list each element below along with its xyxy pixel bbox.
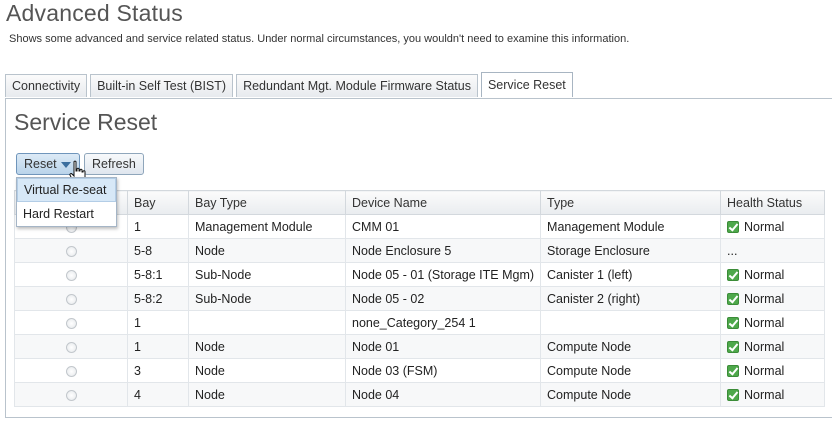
section-title: Service Reset bbox=[14, 109, 158, 135]
tab-connectivity[interactable]: Connectivity bbox=[5, 74, 88, 97]
row-select-radio[interactable] bbox=[65, 317, 77, 329]
health-status-text: Normal bbox=[744, 315, 785, 330]
cell-bay-type bbox=[188, 310, 346, 335]
cell-device-name: Node 05 - 01 (Storage ITE Mgm) bbox=[344, 262, 542, 287]
column-header-device-name[interactable]: Device Name bbox=[344, 190, 542, 215]
cell-health-status: Normal bbox=[720, 286, 825, 311]
cell-device-name: CMM 01 bbox=[344, 214, 542, 239]
cell-select bbox=[14, 334, 128, 359]
menu-item-virtual-reseat[interactable]: Virtual Re-seat bbox=[17, 178, 116, 202]
table-row[interactable]: 3 Node Node 03 (FSM) Compute Node Normal bbox=[14, 358, 825, 383]
cell-bay: 1 bbox=[127, 214, 189, 239]
table-row[interactable]: 5-8 Node Node Enclosure 5 Storage Enclosure… bbox=[14, 238, 825, 263]
tab-firmware-status[interactable]: Redundant Mgt. Module Firmware Status bbox=[236, 74, 478, 97]
cell-device-name: Node 03 (FSM) bbox=[344, 358, 542, 383]
cell-bay-type: Sub-Node bbox=[188, 286, 346, 311]
health-status-text: Normal bbox=[744, 219, 785, 234]
cell-type: Canister 1 (left) bbox=[540, 262, 722, 287]
page-title: Advanced Status bbox=[6, 0, 183, 26]
table-header-row: Bay Bay Type Device Name Type Health Sta… bbox=[14, 190, 825, 215]
column-header-type[interactable]: Type bbox=[540, 190, 722, 215]
column-header-health-status[interactable]: Health Status bbox=[720, 190, 825, 215]
cell-health-status: ... bbox=[720, 238, 825, 263]
cell-health-status: Normal bbox=[720, 214, 825, 239]
row-select-radio[interactable] bbox=[65, 293, 77, 305]
check-icon bbox=[727, 220, 740, 233]
column-header-bay[interactable]: Bay bbox=[127, 190, 189, 215]
menu-item-hard-restart[interactable]: Hard Restart bbox=[17, 202, 116, 226]
table-row[interactable]: 4 Node Node 04 Compute Node Normal bbox=[14, 382, 825, 407]
reset-button-label: Reset bbox=[24, 157, 57, 171]
cell-select bbox=[14, 310, 128, 335]
health-status-text: Normal bbox=[744, 387, 785, 402]
reset-menu: Virtual Re-seat Hard Restart bbox=[16, 177, 117, 227]
cell-bay: 5-8:1 bbox=[127, 262, 189, 287]
health-status-text: Normal bbox=[744, 339, 785, 354]
check-icon bbox=[727, 316, 740, 329]
page-description: Shows some advanced and service related … bbox=[9, 33, 630, 45]
cell-bay-type: Node bbox=[188, 382, 346, 407]
cell-bay: 4 bbox=[127, 382, 189, 407]
cell-bay-type: Management Module bbox=[188, 214, 346, 239]
cell-health-status: Normal bbox=[720, 382, 825, 407]
tab-bist[interactable]: Built-in Self Test (BIST) bbox=[90, 74, 234, 97]
cell-health-status: Normal bbox=[720, 358, 825, 383]
table-row[interactable]: 1 none_Category_254 1 Normal bbox=[14, 310, 825, 335]
table-row[interactable]: 5-8:1 Sub-Node Node 05 - 01 (Storage ITE M… bbox=[14, 262, 825, 287]
cell-bay: 1 bbox=[127, 310, 189, 335]
health-status-text: ... bbox=[727, 243, 738, 258]
table-row[interactable]: 1 Management Module CMM 01 Management Modul… bbox=[14, 214, 825, 239]
cell-device-name: Node 01 bbox=[344, 334, 542, 359]
cell-select bbox=[14, 262, 128, 287]
cell-bay-type: Node bbox=[188, 238, 346, 263]
cell-device-name: Node 05 - 02 bbox=[344, 286, 542, 311]
row-select-radio[interactable] bbox=[65, 245, 77, 257]
cell-device-name: Node 04 bbox=[344, 382, 542, 407]
row-select-radio[interactable] bbox=[65, 269, 77, 281]
cell-type bbox=[540, 310, 722, 335]
cell-type: Storage Enclosure bbox=[540, 238, 722, 263]
cell-bay-type: Sub-Node bbox=[188, 262, 346, 287]
tab-service-reset[interactable]: Service Reset bbox=[480, 72, 573, 97]
health-status-text: Normal bbox=[744, 363, 785, 378]
check-icon bbox=[727, 388, 740, 401]
cell-bay-type: Node bbox=[188, 334, 346, 359]
check-icon bbox=[727, 268, 740, 281]
cell-bay: 3 bbox=[127, 358, 189, 383]
table-row[interactable]: 5-8:2 Sub-Node Node 05 - 02 Canister 2 (rig… bbox=[14, 286, 825, 311]
health-status-text: Normal bbox=[744, 291, 785, 306]
refresh-button[interactable]: Refresh bbox=[84, 153, 144, 175]
check-icon bbox=[727, 340, 740, 353]
service-reset-table: Bay Bay Type Device Name Type Health Sta… bbox=[14, 190, 825, 407]
cell-health-status: Normal bbox=[720, 262, 825, 287]
cell-bay: 1 bbox=[127, 334, 189, 359]
cell-type: Compute Node bbox=[540, 382, 722, 407]
cell-select bbox=[14, 238, 128, 263]
cell-type: Management Module bbox=[540, 214, 722, 239]
cell-select bbox=[14, 358, 128, 383]
cell-type: Compute Node bbox=[540, 334, 722, 359]
cell-select bbox=[14, 286, 128, 311]
row-select-radio[interactable] bbox=[65, 365, 77, 377]
column-header-bay-type[interactable]: Bay Type bbox=[188, 190, 346, 215]
health-status-text: Normal bbox=[744, 267, 785, 282]
cell-device-name: none_Category_254 1 bbox=[344, 310, 542, 335]
check-icon bbox=[727, 292, 740, 305]
table-row[interactable]: 1 Node Node 01 Compute Node Normal bbox=[14, 334, 825, 359]
cell-health-status: Normal bbox=[720, 310, 825, 335]
cell-device-name: Node Enclosure 5 bbox=[344, 238, 542, 263]
cell-select bbox=[14, 382, 128, 407]
tab-bar: Connectivity Built-in Self Test (BIST) R… bbox=[5, 72, 576, 98]
cell-health-status: Normal bbox=[720, 334, 825, 359]
cell-type: Canister 2 (right) bbox=[540, 286, 722, 311]
row-select-radio[interactable] bbox=[65, 389, 77, 401]
row-select-radio[interactable] bbox=[65, 341, 77, 353]
check-icon bbox=[727, 364, 740, 377]
cell-bay-type: Node bbox=[188, 358, 346, 383]
cell-bay: 5-8:2 bbox=[127, 286, 189, 311]
cell-bay: 5-8 bbox=[127, 238, 189, 263]
cell-type: Compute Node bbox=[540, 358, 722, 383]
